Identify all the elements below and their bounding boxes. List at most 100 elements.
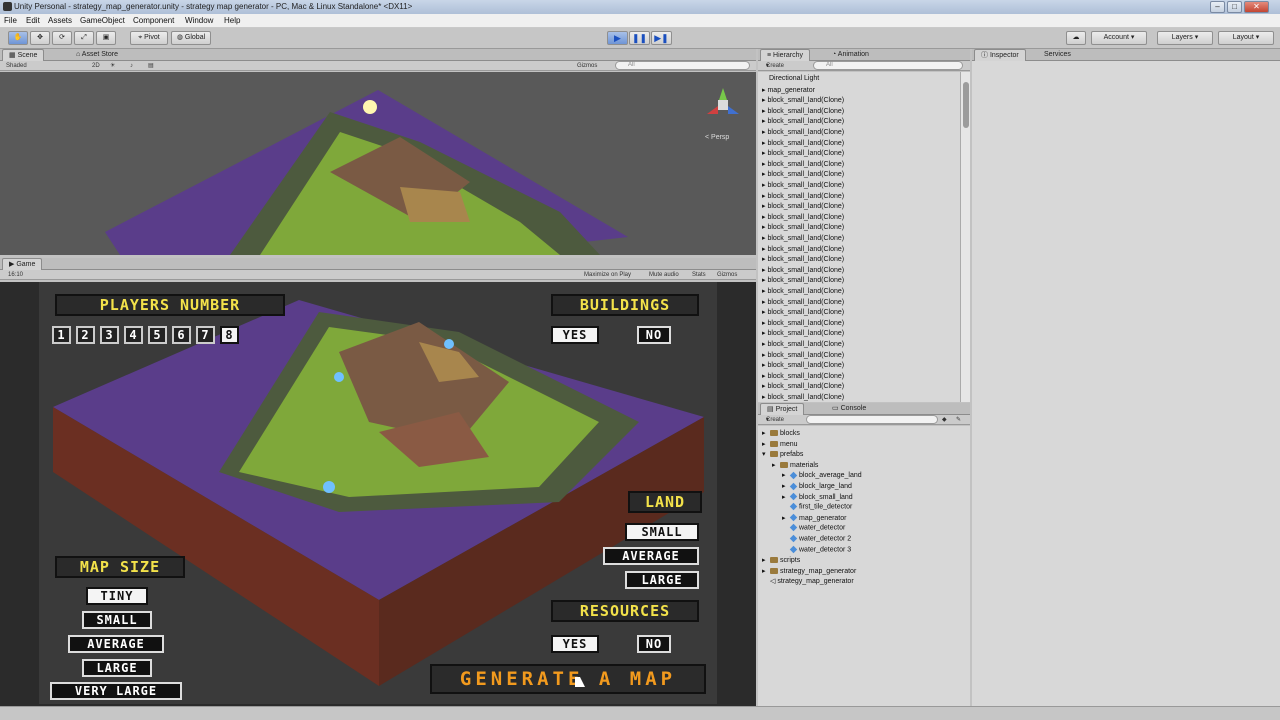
project-item[interactable]: ▸ block_average_land xyxy=(782,471,862,479)
filter-type-icon[interactable]: ◆ xyxy=(942,415,947,425)
hierarchy-item[interactable]: ▸ block_small_land(Clone) xyxy=(762,107,844,115)
project-item[interactable]: ▾ prefabs xyxy=(762,450,803,458)
effects-icon[interactable]: ▤ xyxy=(148,61,154,71)
hierarchy-item[interactable]: ▸ block_small_land(Clone) xyxy=(762,117,844,125)
mute-audio-toggle[interactable]: Mute audio xyxy=(649,270,679,280)
expand-arrow-icon[interactable]: ▾ xyxy=(762,450,770,458)
buildings-yes-button[interactable]: YES xyxy=(551,326,599,344)
hierarchy-item[interactable]: ▸ block_small_land(Clone) xyxy=(762,255,844,263)
player-count-7[interactable]: 7 xyxy=(196,326,215,344)
player-count-1[interactable]: 1 xyxy=(52,326,71,344)
sun-icon[interactable] xyxy=(363,100,377,114)
stats-toggle[interactable]: Stats xyxy=(692,270,706,280)
project-item[interactable]: ◁ strategy_map_generator xyxy=(762,577,854,585)
project-item[interactable]: ▸ menu xyxy=(762,440,798,448)
persp-label[interactable]: < Persp xyxy=(705,134,729,141)
menu-window[interactable]: Window xyxy=(185,16,213,25)
account-dropdown[interactable]: Account ▾ xyxy=(1091,31,1147,45)
hierarchy-item[interactable]: ▸ block_small_land(Clone) xyxy=(762,139,844,147)
hierarchy-item[interactable]: ▸ block_small_land(Clone) xyxy=(762,202,844,210)
maximize-button[interactable]: □ xyxy=(1227,1,1242,13)
project-item[interactable]: ▸ scripts xyxy=(762,556,800,564)
player-count-6[interactable]: 6 xyxy=(172,326,191,344)
project-item[interactable]: ▸ block_large_land xyxy=(782,482,852,490)
hierarchy-item[interactable]: ▸ block_small_land(Clone) xyxy=(762,149,844,157)
aspect-dropdown[interactable]: 16:10 xyxy=(8,270,23,280)
scene-viewport[interactable]: < Persp xyxy=(0,72,756,255)
maximize-on-play-toggle[interactable]: Maximize on Play xyxy=(584,270,631,280)
player-count-3[interactable]: 3 xyxy=(100,326,119,344)
rotate-tool-icon[interactable]: ⟳ xyxy=(52,31,72,45)
tab-inspector[interactable]: ⓘ Inspector xyxy=(974,49,1026,61)
move-tool-icon[interactable]: ✥ xyxy=(30,31,50,45)
expand-arrow-icon[interactable]: ▸ xyxy=(782,514,790,522)
hierarchy-item[interactable]: ▸ block_small_land(Clone) xyxy=(762,340,844,348)
player-count-2[interactable]: 2 xyxy=(76,326,95,344)
hierarchy-item[interactable]: ▸ block_small_land(Clone) xyxy=(762,128,844,136)
hierarchy-item[interactable]: ▸ block_small_land(Clone) xyxy=(762,181,844,189)
land-average-button[interactable]: AVERAGE xyxy=(603,547,699,565)
filter-label-icon[interactable]: ✎ xyxy=(956,415,961,425)
cloud-icon[interactable]: ☁ xyxy=(1066,31,1086,45)
generate-map-button[interactable]: GENERATE A MAP xyxy=(430,664,706,694)
hierarchy-item[interactable]: ▸ block_small_land(Clone) xyxy=(762,361,844,369)
minimize-button[interactable]: – xyxy=(1210,1,1225,13)
expand-arrow-icon[interactable]: ▸ xyxy=(762,567,770,575)
hierarchy-item[interactable]: ▸ block_small_land(Clone) xyxy=(762,329,844,337)
global-toggle[interactable]: ◍ Global xyxy=(171,31,211,45)
player-count-5[interactable]: 5 xyxy=(148,326,167,344)
hierarchy-item[interactable]: ▸ block_small_land(Clone) xyxy=(762,382,844,390)
hierarchy-create-dropdown[interactable]: Create ▾ xyxy=(766,61,784,71)
step-button[interactable]: ▶❚ xyxy=(651,31,672,45)
expand-arrow-icon[interactable]: ▸ xyxy=(772,461,780,469)
shading-dropdown[interactable]: Shaded xyxy=(6,61,27,71)
land-small-button[interactable]: SMALL xyxy=(625,523,699,541)
hierarchy-item[interactable]: Directional Light xyxy=(769,75,819,82)
resources-no-button[interactable]: NO xyxy=(637,635,671,653)
hierarchy-item[interactable]: ▸ block_small_land(Clone) xyxy=(762,319,844,327)
menu-help[interactable]: Help xyxy=(224,16,240,25)
size-small-button[interactable]: SMALL xyxy=(82,611,152,629)
expand-arrow-icon[interactable]: ▸ xyxy=(762,556,770,564)
project-item[interactable]: ▸ block_small_land xyxy=(782,493,853,501)
game-viewport[interactable]: PLAYERS NUMBER 1 2 3 4 5 6 7 8 BUILDINGS… xyxy=(39,282,717,704)
hierarchy-scrollbar[interactable] xyxy=(960,72,970,402)
hand-tool-icon[interactable]: ✋ xyxy=(8,31,28,45)
hierarchy-item[interactable]: ▸ block_small_land(Clone) xyxy=(762,276,844,284)
tab-game[interactable]: ▶ Game xyxy=(2,258,43,270)
size-average-button[interactable]: AVERAGE xyxy=(68,635,164,653)
menu-assets[interactable]: Assets xyxy=(48,16,72,25)
size-very-large-button[interactable]: VERY LARGE xyxy=(50,682,182,700)
expand-arrow-icon[interactable]: ▸ xyxy=(762,429,770,437)
mode-2d-toggle[interactable]: 2D xyxy=(92,61,100,71)
menu-edit[interactable]: Edit xyxy=(26,16,40,25)
project-item[interactable]: water_detector xyxy=(782,524,845,532)
hierarchy-item[interactable]: ▸ block_small_land(Clone) xyxy=(762,351,844,359)
project-item[interactable]: ▸ map_generator xyxy=(782,514,846,522)
layers-dropdown[interactable]: Layers ▾ xyxy=(1157,31,1213,45)
hierarchy-item[interactable]: ▸ block_small_land(Clone) xyxy=(762,160,844,168)
menu-file[interactable]: File xyxy=(4,16,17,25)
size-large-button[interactable]: LARGE xyxy=(82,659,152,677)
rect-tool-icon[interactable]: ▣ xyxy=(96,31,116,45)
scene-gizmos-dropdown[interactable]: Gizmos xyxy=(577,61,597,71)
project-item[interactable]: water_detector 2 xyxy=(782,534,851,542)
game-gizmos-dropdown[interactable]: Gizmos xyxy=(717,270,737,280)
player-count-8[interactable]: 8 xyxy=(220,326,239,344)
project-item[interactable]: ▸ materials xyxy=(772,461,818,469)
tab-console[interactable]: ▭ Console xyxy=(826,403,872,415)
player-count-4[interactable]: 4 xyxy=(124,326,143,344)
hierarchy-item[interactable]: ▸ block_small_land(Clone) xyxy=(762,223,844,231)
hierarchy-item[interactable]: ▸ block_small_land(Clone) xyxy=(762,308,844,316)
hierarchy-item[interactable]: ▸ block_small_land(Clone) xyxy=(762,372,844,380)
scene-gizmo-axis[interactable] xyxy=(703,84,743,124)
close-button[interactable]: ✕ xyxy=(1244,1,1269,13)
hierarchy-item[interactable]: ▸ block_small_land(Clone) xyxy=(762,170,844,178)
hierarchy-item[interactable]: ▸ block_small_land(Clone) xyxy=(762,234,844,242)
project-item[interactable]: ▸ strategy_map_generator xyxy=(762,567,856,575)
tab-hierarchy[interactable]: ≡ Hierarchy xyxy=(760,49,810,61)
project-create-dropdown[interactable]: Create ▾ xyxy=(766,415,784,425)
light-icon[interactable]: ☀ xyxy=(110,61,115,71)
hierarchy-item[interactable]: ▸ map_generator xyxy=(762,86,815,94)
resources-yes-button[interactable]: YES xyxy=(551,635,599,653)
